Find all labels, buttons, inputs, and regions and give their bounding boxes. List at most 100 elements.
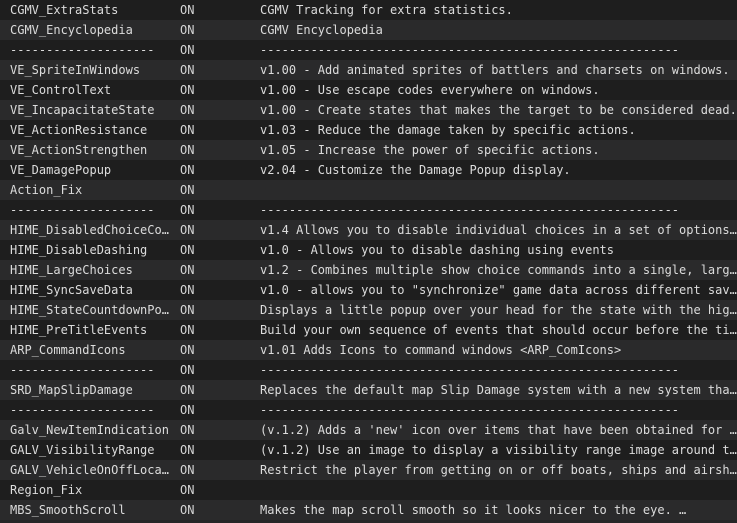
plugin-name: SRD_MapSlipDamage [10, 383, 133, 397]
plugin-row[interactable]: HIME_PreTitleEvents ON Build your own sequ… [0, 320, 737, 340]
plugin-status[interactable]: ON [180, 220, 220, 240]
plugin-row[interactable]: VE_ActionStrengthen ON v1.05 - Increase th… [0, 140, 737, 160]
plugin-row[interactable]: HIME_SyncSaveData ON v1.0 - allows you to … [0, 280, 737, 300]
plugin-description: CGMV Encyclopedia [260, 23, 383, 37]
plugin-description: ----------------------------------------… [260, 43, 680, 57]
plugin-description: (v.1.2) Use an image to display a visibi… [260, 443, 737, 457]
plugin-name: VE_DamagePopup [10, 163, 112, 177]
plugin-name: Galv_NewItemIndication [10, 423, 169, 437]
plugin-description: v2.04 - Customize the Damage Popup displ… [260, 163, 571, 177]
plugin-name: HIME_StateCountdownPo… [10, 303, 169, 317]
plugin-row[interactable]: CGMV_Encyclopedia ON CGMV Encyclopedia [0, 20, 737, 40]
plugin-row[interactable]: GALV_VehicleOnOffLoca… ON Restrict the pla… [0, 460, 737, 480]
plugin-name: VE_SpriteInWindows [10, 63, 141, 77]
plugin-description: v1.01 Adds Icons to command windows <ARP… [260, 343, 622, 357]
plugin-row[interactable]: HIME_LargeChoices ON v1.2 - Combines multi… [0, 260, 737, 280]
plugin-description: ----------------------------------------… [260, 403, 680, 417]
plugin-name: Region_Fix [10, 483, 83, 497]
plugin-description: v1.0 - Allows you to disable dashing usi… [260, 243, 615, 257]
plugin-description: Build your own sequence of events that s… [260, 323, 737, 337]
plugin-row[interactable]: CGMV_ExtraStats ON CGMV Tracking for extra… [0, 0, 737, 20]
plugin-description: v1.4 Allows you to disable individual ch… [260, 223, 737, 237]
plugin-description: Displays a little popup over your head f… [260, 303, 737, 317]
plugin-row[interactable]: -------------------- ON ------------------… [0, 360, 737, 380]
plugin-description: v1.00 - Use escape codes everywhere on w… [260, 83, 600, 97]
plugin-name: Action_Fix [10, 183, 83, 197]
plugin-description: (v.1.2) Adds a 'new' icon over items tha… [260, 423, 737, 437]
plugin-description: v1.00 - Create states that makes the tar… [260, 103, 737, 117]
plugin-status[interactable]: ON [180, 360, 220, 380]
plugin-status[interactable]: ON [180, 120, 220, 140]
plugin-name: CGMV_Encyclopedia [10, 23, 133, 37]
plugin-status[interactable]: ON [180, 320, 220, 340]
plugin-row[interactable]: Action_Fix ON [0, 180, 737, 200]
plugin-status[interactable]: ON [180, 300, 220, 320]
plugin-name: HIME_SyncSaveData [10, 283, 133, 297]
plugin-status[interactable]: ON [180, 40, 220, 60]
plugin-name: ARP_CommandIcons [10, 343, 126, 357]
plugin-name: HIME_PreTitleEvents [10, 323, 148, 337]
plugin-row[interactable]: HIME_DisabledChoiceCo… ON v1.4 Allows you … [0, 220, 737, 240]
plugin-name: HIME_LargeChoices [10, 263, 133, 277]
plugin-row[interactable]: SRD_MapSlipDamage ON Replaces the default … [0, 380, 737, 400]
plugin-status[interactable]: ON [180, 260, 220, 280]
plugin-description: v1.0 - allows you to "synchronize" game … [260, 283, 737, 297]
plugin-row[interactable]: HIME_DisableDashing ON v1.0 - Allows you t… [0, 240, 737, 260]
plugin-name: CGMV_ExtraStats [10, 3, 119, 17]
plugin-status[interactable]: ON [180, 340, 220, 360]
plugin-description [260, 180, 737, 200]
plugin-status[interactable]: ON [180, 500, 220, 520]
plugin-status[interactable]: ON [180, 240, 220, 260]
plugin-description: ----------------------------------------… [260, 363, 680, 377]
plugin-status[interactable]: ON [180, 420, 220, 440]
plugin-status[interactable]: ON [180, 100, 220, 120]
plugin-name: GALV_VehicleOnOffLoca… [10, 463, 169, 477]
plugin-name: VE_IncapacitateState [10, 103, 155, 117]
plugin-status[interactable]: ON [180, 280, 220, 300]
plugin-row[interactable]: VE_DamagePopup ON v2.04 - Customize the Da… [0, 160, 737, 180]
plugin-description [260, 480, 737, 500]
plugin-status[interactable]: ON [180, 140, 220, 160]
plugin-status[interactable]: ON [180, 380, 220, 400]
plugin-status[interactable]: ON [180, 200, 220, 220]
plugin-row[interactable]: VE_IncapacitateState ON v1.00 - Create sta… [0, 100, 737, 120]
plugin-row[interactable]: VE_ControlText ON v1.00 - Use escape codes… [0, 80, 737, 100]
plugin-row[interactable]: VE_SpriteInWindows ON v1.00 - Add animated… [0, 60, 737, 80]
plugin-name: MBS_SmoothScroll [10, 503, 126, 517]
plugin-status[interactable]: ON [180, 160, 220, 180]
plugin-description: Replaces the default map Slip Damage sys… [260, 383, 737, 397]
plugin-name: -------------------- [10, 43, 155, 57]
plugin-description: CGMV Tracking for extra statistics. [260, 3, 513, 17]
plugin-row[interactable]: MBS_SmoothScroll ON Makes the map scroll s… [0, 500, 737, 520]
plugin-status[interactable]: ON [180, 440, 220, 460]
plugin-name: VE_ActionResistance [10, 123, 148, 137]
plugin-row[interactable]: Region_Fix ON [0, 480, 737, 500]
plugin-list: CGMV_ExtraStats ON CGMV Tracking for extra… [0, 0, 737, 523]
plugin-row[interactable]: -------------------- ON ------------------… [0, 40, 737, 60]
plugin-row[interactable]: -------------------- ON ------------------… [0, 400, 737, 420]
plugin-description: v1.2 - Combines multiple show choice com… [260, 263, 737, 277]
plugin-name: HIME_DisableDashing [10, 243, 148, 257]
plugin-status[interactable]: ON [180, 180, 220, 200]
plugin-row[interactable]: ARP_CommandIcons ON v1.01 Adds Icons to co… [0, 340, 737, 360]
plugin-status[interactable]: ON [180, 460, 220, 480]
plugin-name: HIME_DisabledChoiceCo… [10, 223, 169, 237]
plugin-description: ----------------------------------------… [260, 203, 680, 217]
plugin-description: Restrict the player from getting on or o… [260, 463, 737, 477]
plugin-row[interactable]: Galv_NewItemIndication ON (v.1.2) Adds a '… [0, 420, 737, 440]
plugin-name: VE_ActionStrengthen [10, 143, 148, 157]
plugin-row[interactable]: HIME_StateCountdownPo… ON Displays a littl… [0, 300, 737, 320]
plugin-description: Makes the map scroll smooth so it looks … [260, 503, 687, 517]
plugin-row[interactable]: GALV_VisibilityRange ON (v.1.2) Use an ima… [0, 440, 737, 460]
plugin-status[interactable]: ON [180, 0, 220, 20]
plugin-status[interactable]: ON [180, 480, 220, 500]
plugin-status[interactable]: ON [180, 80, 220, 100]
plugin-row[interactable]: -------------------- ON ------------------… [0, 200, 737, 220]
plugin-name: -------------------- [10, 203, 155, 217]
plugin-name: -------------------- [10, 363, 155, 377]
plugin-status[interactable]: ON [180, 20, 220, 40]
plugin-status[interactable]: ON [180, 60, 220, 80]
plugin-row[interactable]: VE_ActionResistance ON v1.03 - Reduce the … [0, 120, 737, 140]
plugin-status[interactable]: ON [180, 400, 220, 420]
plugin-name: GALV_VisibilityRange [10, 443, 155, 457]
